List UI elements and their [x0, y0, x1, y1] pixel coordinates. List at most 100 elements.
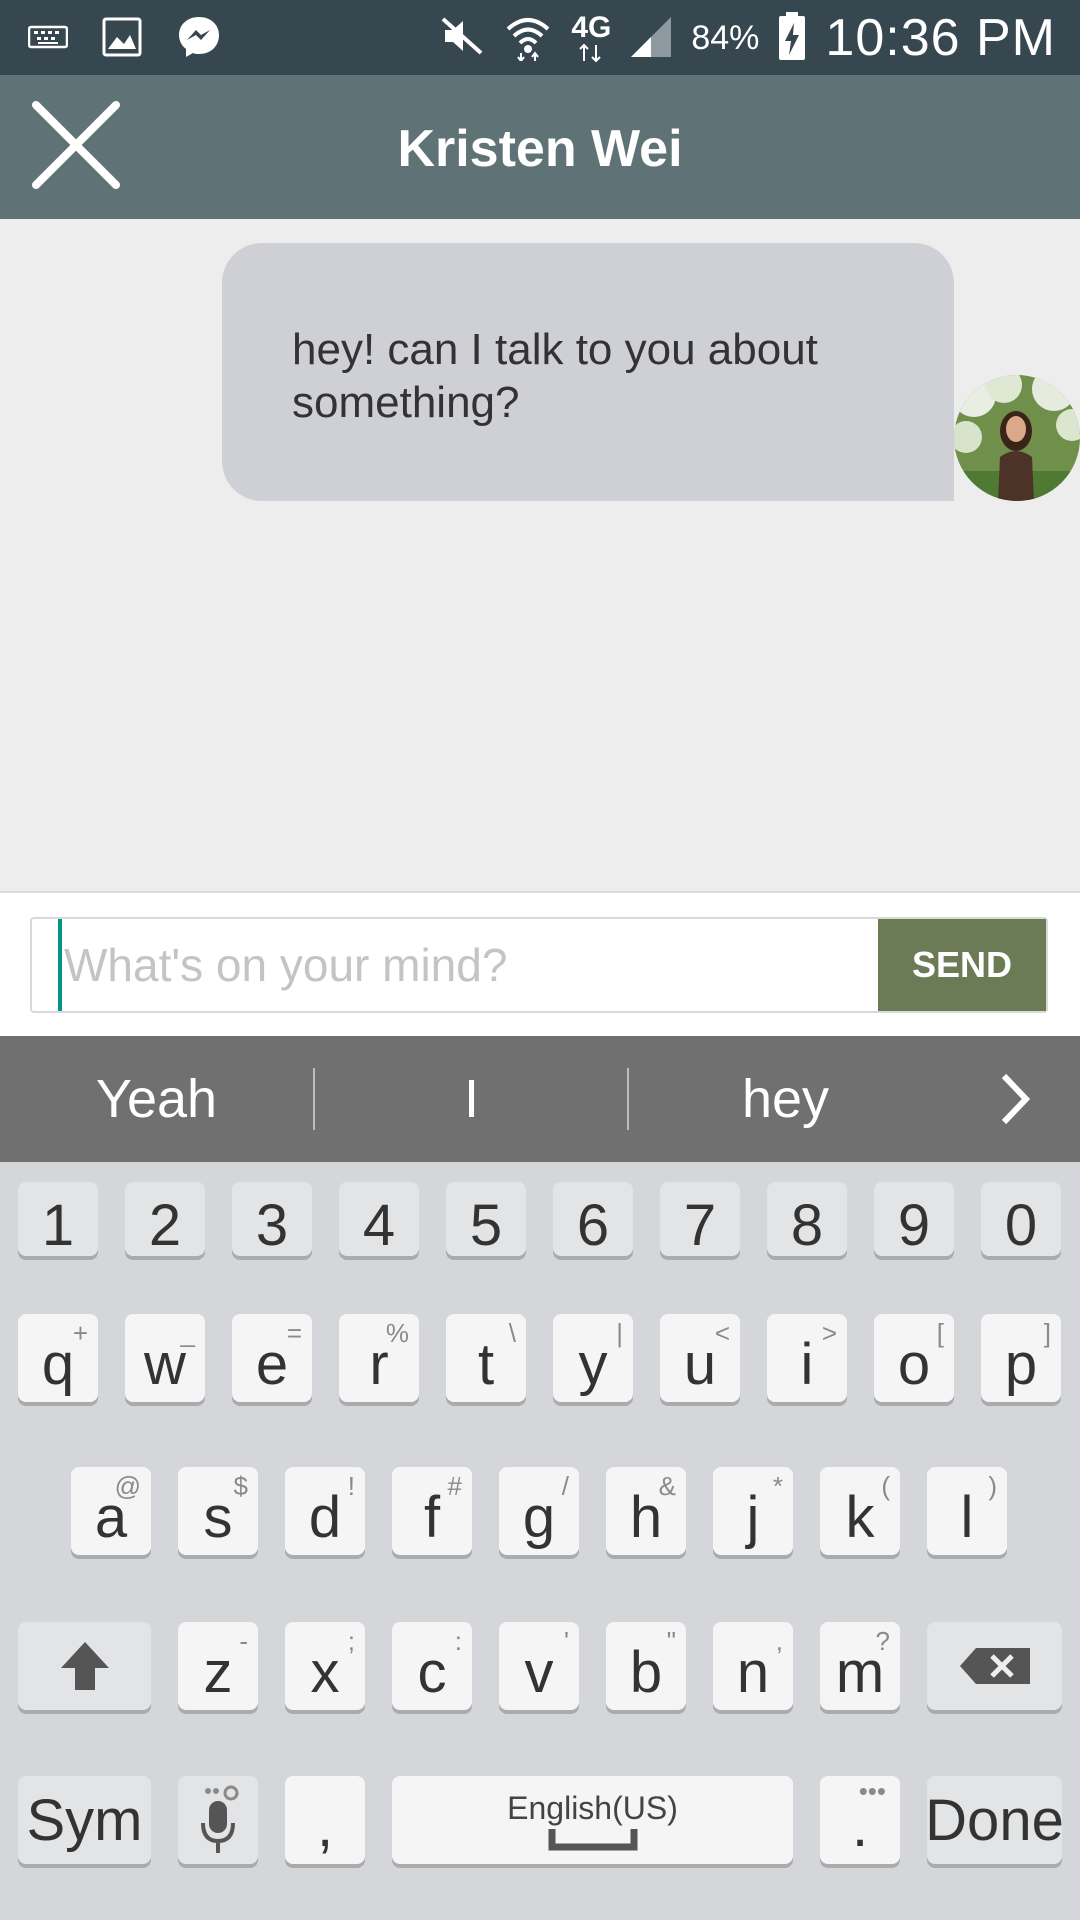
key-s[interactable]: $ s	[178, 1467, 258, 1555]
done-key[interactable]: Done	[925, 1776, 1064, 1864]
key-6[interactable]: 6	[553, 1182, 633, 1258]
key-d[interactable]: ! d	[285, 1467, 365, 1555]
key-3[interactable]: 3	[232, 1182, 312, 1258]
key-label: e	[255, 1331, 289, 1397]
key-label: 2	[148, 1192, 182, 1258]
key-label: j	[746, 1484, 760, 1550]
key-p[interactable]: ] p	[981, 1314, 1061, 1402]
key-q[interactable]: + q	[18, 1314, 98, 1402]
suggestion-item[interactable]: Yeah	[0, 1036, 313, 1162]
backspace-key[interactable]	[927, 1622, 1062, 1710]
key-label: u	[683, 1331, 717, 1397]
chevron-right-icon	[1001, 1073, 1031, 1125]
key-label: g	[522, 1484, 556, 1550]
key-j[interactable]: * j	[713, 1467, 793, 1555]
voice-input-key[interactable]	[178, 1776, 258, 1864]
send-button[interactable]: SEND	[878, 919, 1046, 1011]
keyboard: Sym , English(US) ••• . Done 1 2 3 4 5 6 7 8 9 0 +…	[0, 1162, 1080, 1920]
key-5[interactable]: 5	[446, 1182, 526, 1258]
key-label: 8	[790, 1192, 824, 1258]
key-label: h	[629, 1484, 663, 1550]
key-g[interactable]: / g	[499, 1467, 579, 1555]
key-8[interactable]: 8	[767, 1182, 847, 1258]
key-alt-label: '	[564, 1626, 569, 1656]
key-alt-label: %	[385, 1318, 409, 1348]
period-key[interactable]: ••• .	[820, 1776, 900, 1864]
key-label: o	[897, 1331, 931, 1397]
key-alt-label: |	[616, 1318, 623, 1348]
key-label: z	[203, 1639, 233, 1705]
key-alt-label: +	[72, 1318, 88, 1348]
message-text: hey! can I talk to you about something?	[292, 325, 818, 427]
space-key-label: English(US)	[507, 1789, 678, 1826]
key-m[interactable]: ? m	[820, 1622, 900, 1710]
key-x[interactable]: ; x	[285, 1622, 365, 1710]
key-h[interactable]: & h	[606, 1467, 686, 1555]
key-a[interactable]: @ a	[71, 1467, 151, 1555]
key-v[interactable]: ' v	[499, 1622, 579, 1710]
key-label: i	[800, 1331, 814, 1397]
more-suggestions-button[interactable]	[990, 1070, 1040, 1128]
key-9[interactable]: 9	[874, 1182, 954, 1258]
backspace-icon	[959, 1648, 1030, 1684]
key-label: 4	[362, 1192, 396, 1258]
suggestion-item[interactable]: hey	[629, 1036, 942, 1162]
space-key[interactable]: English(US)	[392, 1776, 793, 1864]
network-type-label: 4G	[571, 11, 612, 44]
message-input[interactable]	[58, 919, 898, 1011]
key-label: 5	[469, 1192, 503, 1258]
sym-key[interactable]: Sym	[18, 1776, 151, 1864]
key-label: y	[578, 1331, 608, 1397]
mute-icon	[439, 13, 485, 64]
key-label: 7	[683, 1192, 717, 1258]
key-c[interactable]: :c	[392, 1622, 472, 1710]
app-header: Kristen Wei	[0, 75, 1080, 219]
key-u[interactable]: < u	[660, 1314, 740, 1402]
key-o[interactable]: [o	[874, 1314, 954, 1402]
key-y[interactable]: | y	[553, 1314, 633, 1402]
key-alt-label: <	[714, 1318, 730, 1348]
key-2[interactable]: 2	[125, 1182, 205, 1258]
message-list: hey! can I talk to you about something?	[0, 219, 1080, 891]
suggestion-item[interactable]: I	[315, 1036, 628, 1162]
messenger-icon	[176, 14, 222, 65]
key-alt-label: $	[233, 1471, 248, 1501]
key-z[interactable]: -z	[178, 1622, 258, 1710]
key-r[interactable]: % r	[339, 1314, 419, 1402]
key-label: 3	[255, 1192, 289, 1258]
conversation-title: Kristen Wei	[397, 120, 683, 178]
key-alt-label: ;	[347, 1626, 355, 1656]
key-k[interactable]: (k	[820, 1467, 900, 1555]
key-alt-label: >	[821, 1318, 837, 1348]
wifi-icon	[503, 11, 553, 66]
key-label: d	[308, 1484, 342, 1550]
keyboard-icon	[27, 22, 69, 57]
status-bar-system: 4G 84% 10:36 PM	[439, 6, 1056, 70]
message-bubble[interactable]: hey! can I talk to you about something?	[222, 243, 954, 501]
key-l[interactable]: ) l	[927, 1467, 1007, 1555]
space-bar-icon	[548, 1828, 637, 1850]
key-0[interactable]: 0	[981, 1182, 1061, 1258]
key-e[interactable]: = e	[232, 1314, 312, 1402]
shift-key[interactable]	[18, 1622, 151, 1710]
key-t[interactable]: \ t	[446, 1314, 526, 1402]
key-1[interactable]: 1	[18, 1182, 98, 1258]
key-label: r	[369, 1331, 389, 1397]
key-alt-label: (	[881, 1471, 890, 1501]
key-w[interactable]: _ w	[125, 1314, 205, 1402]
key-4[interactable]: 4	[339, 1182, 419, 1258]
key-b[interactable]: " b	[606, 1622, 686, 1710]
key-f[interactable]: # f	[392, 1467, 472, 1555]
key-label: x	[310, 1639, 340, 1705]
comma-key-label: ,	[316, 1793, 334, 1859]
key-label: m	[835, 1639, 885, 1705]
comma-key[interactable]: ,	[285, 1776, 365, 1864]
key-alt-label: =	[286, 1318, 302, 1348]
key-7[interactable]: 7	[660, 1182, 740, 1258]
key-label: t	[477, 1331, 495, 1397]
key-n[interactable]: ,n	[713, 1622, 793, 1710]
key-alt-label: \	[508, 1318, 516, 1348]
word-suggestions: Yeah I hey	[0, 1036, 1080, 1162]
avatar[interactable]	[954, 375, 1080, 501]
key-i[interactable]: > i	[767, 1314, 847, 1402]
